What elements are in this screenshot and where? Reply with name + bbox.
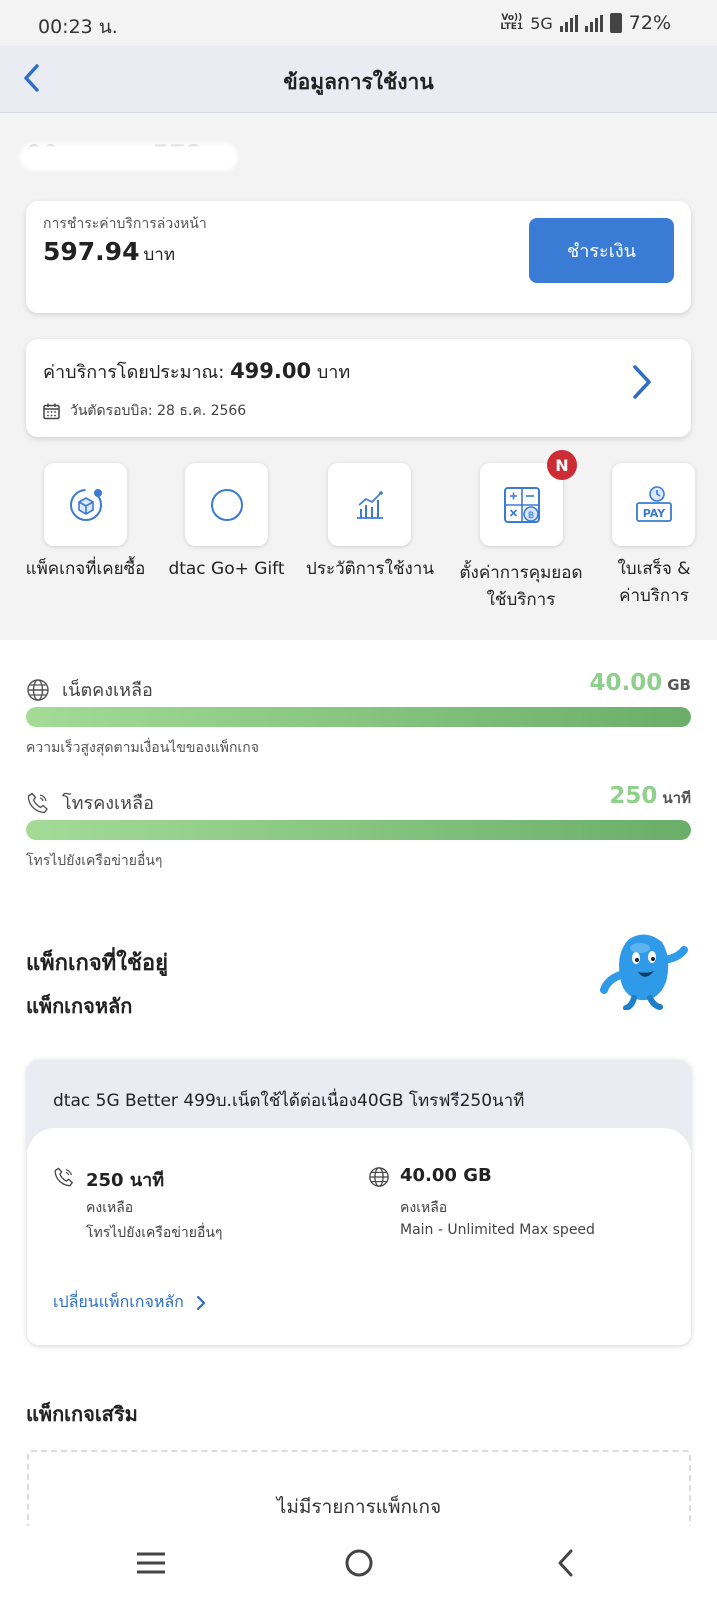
pay-receipt-icon: PAY (635, 485, 672, 522)
main-package-title: แพ็กเกจหลัก (26, 994, 133, 1018)
quick-action-label-line1: ใบเสร็จ & (617, 559, 691, 579)
chevron-right-icon (633, 365, 651, 399)
battery-icon (609, 13, 622, 33)
prepayment-amount: 597.94 บาท (43, 237, 175, 268)
quick-action-go-gift[interactable] (185, 463, 268, 546)
lte-label: LTE1 (500, 22, 524, 32)
main-package-card: dtac 5G Better 499บ.เน็ตใช้ได้ต่อเนื่อง4… (27, 1060, 691, 1345)
volte-indicator: Vo)) LTE1 (500, 14, 523, 32)
addon-empty-text: ไม่มีรายการแพ็กเกจ (276, 1496, 442, 1518)
estimate-unit: บาท (316, 362, 351, 383)
globe-icon (369, 1167, 389, 1187)
new-badge: N (547, 450, 577, 480)
packages-title: แพ็กเกจที่ใช้อยู่ (26, 951, 169, 976)
prepayment-unit: บาท (143, 245, 176, 265)
bill-cycle: วันตัดรอบบิล: 28 ธ.ค. 2566 (43, 400, 246, 422)
battery-percent: 72% (628, 12, 671, 34)
quick-actions: แพ็คเกจที่เคยซื้อ dtac Go+ Gift ประวัติก… (0, 450, 717, 630)
package-name: dtac 5G Better 499บ.เน็ตใช้ได้ต่อเนื่อง4… (53, 1091, 525, 1111)
mascot-illustration (600, 930, 690, 1011)
voice-balance-label: โทรคงเหลือ (26, 788, 154, 817)
home-circle-icon (345, 1549, 373, 1577)
quick-action-label-line2: ค่าบริการ (619, 586, 689, 606)
voice-progress-bar (26, 820, 691, 840)
estimate-chevron[interactable] (630, 364, 670, 408)
package-voice-value: 250 นาที (86, 1170, 165, 1191)
package-data-value: 40.00 GB (400, 1165, 492, 1186)
status-time: 00:23 น. (38, 16, 118, 38)
package-voice-note: โทรไปยังเครือข่ายอื่นๆ (86, 1225, 223, 1241)
package-data-note: Main - Unlimited Max speed (400, 1222, 595, 1238)
app-header: ข้อมูลการใช้งาน (0, 46, 717, 113)
voice-progress-fill (26, 820, 691, 840)
quick-action-label: ประวัติการใช้งาน (306, 559, 434, 579)
data-balance-amount: 40.00 GB (589, 670, 691, 696)
estimate-card[interactable]: ค่าบริการโดยประมาณ: 499.00 บาท วันตัดรอบ… (26, 339, 691, 437)
quick-action-label: ตั้งค่าการคุมยอด ใช้บริการ (450, 560, 592, 614)
signal-icon (559, 14, 578, 32)
change-package-link[interactable]: เปลี่ยนแพ็กเกจหลัก (53, 1290, 206, 1315)
voice-balance-amount: 250 นาที (609, 783, 691, 810)
globe-icon (27, 678, 49, 701)
phone-icon (54, 1167, 73, 1187)
quick-action-label-line2: ใช้บริการ (486, 590, 556, 610)
data-balance-text: เน็ตคงเหลือ (62, 680, 153, 701)
menu-icon (137, 1552, 165, 1574)
data-balance-value: 40.00 (589, 670, 663, 696)
system-nav-bar (0, 1526, 717, 1600)
data-progress-fill (26, 707, 691, 727)
package-voice-remain: คงเหลือ (86, 1200, 134, 1216)
estimate-amount: 499.00 (230, 359, 312, 383)
quick-action-label-line1: ตั้งค่าการคุมยอด (459, 563, 583, 583)
chevron-right-icon (196, 1295, 205, 1310)
redaction-mask (20, 143, 238, 171)
data-balance-label: เน็ตคงเหลือ (26, 675, 153, 704)
quick-action-label: dtac Go+ Gift (168, 559, 285, 579)
gift-circle-icon (210, 488, 243, 521)
calculator-icon: ฿ (503, 486, 540, 523)
recent-apps-button[interactable] (128, 1540, 174, 1586)
network-type: 5G (530, 13, 553, 33)
svg-text:฿: ฿ (527, 510, 533, 521)
data-balance-note: ความเร็วสูงสุดตามเงื่อนไขของแพ็กเกจ (26, 740, 259, 756)
prepayment-card: การชำระค่าบริการล่วงหน้า 597.94 บาท ชำระเ… (26, 201, 691, 313)
package-history-icon (69, 488, 102, 521)
change-package-text: เปลี่ยนแพ็กเกจหลัก (53, 1292, 184, 1311)
voice-balance-unit: นาที (662, 789, 691, 807)
voice-balance-text: โทรคงเหลือ (62, 793, 154, 814)
page-title: ข้อมูลการใช้งาน (283, 70, 434, 94)
phone-icon (27, 792, 48, 813)
data-balance-unit: GB (667, 676, 691, 694)
status-bar: 00:23 น. Vo)) LTE1 5G 72% (0, 0, 717, 46)
bill-cycle-text: วันตัดรอบบิล: 28 ธ.ค. 2566 (70, 403, 247, 419)
pay-button[interactable]: ชำระเงิน (529, 218, 674, 283)
signal-icon-2 (584, 14, 603, 32)
prepayment-value: 597.94 (43, 237, 140, 266)
estimate-label: ค่าบริการโดยประมาณ: (43, 362, 225, 383)
voice-balance-value: 250 (609, 783, 658, 809)
calendar-icon (43, 403, 60, 419)
prepayment-label: การชำระค่าบริการล่วงหน้า (43, 216, 207, 232)
quick-action-usage-history[interactable] (328, 463, 411, 546)
usage-chart-icon (356, 490, 383, 519)
svg-text:PAY: PAY (642, 507, 666, 520)
home-button[interactable] (336, 1540, 382, 1586)
estimate-line: ค่าบริการโดยประมาณ: 499.00 บาท (43, 357, 350, 386)
quick-action-label: ใบเสร็จ & ค่าบริการ (598, 556, 710, 610)
quick-action-receipts[interactable]: PAY (612, 463, 695, 546)
system-back-button[interactable] (542, 1540, 588, 1586)
mascot-icon (600, 934, 688, 1011)
package-data-remain: คงเหลือ (400, 1200, 448, 1216)
voice-balance-note: โทรไปยังเครือข่ายอื่นๆ (26, 853, 163, 869)
quick-action-package-history[interactable] (44, 463, 127, 546)
data-progress-bar (26, 707, 691, 727)
quick-action-label: แพ็คเกจที่เคยซื้อ (25, 559, 146, 579)
status-icons: Vo)) LTE1 5G 72% (500, 12, 671, 34)
addon-package-title: แพ็กเกจเสริม (26, 1402, 138, 1426)
back-arrow-icon (558, 1549, 573, 1577)
